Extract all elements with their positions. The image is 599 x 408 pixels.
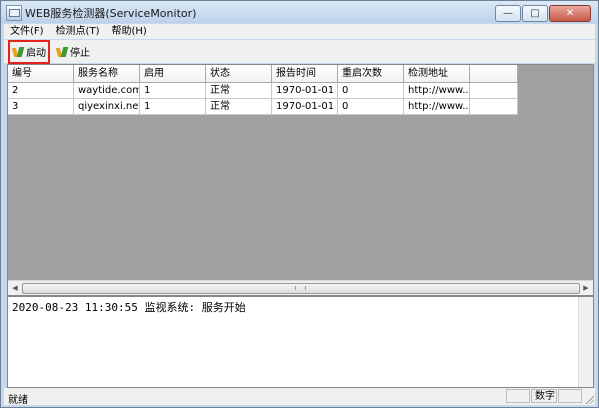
cell-report-time[interactable]: 1970-01-01 ... (272, 83, 338, 99)
cell-enabled[interactable]: 1 (140, 83, 206, 99)
log-line: 2020-08-23 11:30:55 监视系统: 服务开始 (12, 301, 246, 314)
column-header-report-time[interactable]: 报告时间 (272, 65, 338, 83)
cell-status[interactable]: 正常 (206, 83, 272, 99)
start-button[interactable]: 启动 (8, 39, 50, 64)
service-table: 编号 服务名称 启用 状态 报告时间 重启次数 检测地址 2 waytide.c… (7, 64, 594, 296)
cell-filler (470, 99, 518, 115)
cell-id[interactable]: 2 (8, 83, 74, 99)
column-header-service-name[interactable]: 服务名称 (74, 65, 140, 83)
column-header-restart-count[interactable]: 重启次数 (338, 65, 404, 83)
stop-button[interactable]: 停止 (53, 42, 93, 62)
menu-file[interactable]: 文件(F) (4, 24, 50, 39)
close-button[interactable]: ✕ (549, 5, 591, 22)
column-header-filler (470, 65, 518, 83)
status-panel-1 (506, 389, 530, 403)
cell-report-time[interactable]: 1970-01-01 ... (272, 99, 338, 115)
table-header: 编号 服务名称 启用 状态 报告时间 重启次数 检测地址 (8, 65, 518, 83)
table-row[interactable]: 3 qiyexinxi.net 1 正常 1970-01-01 ... 0 ht… (8, 99, 518, 115)
toolbar: 启动 停止 (4, 39, 595, 64)
status-panel-3 (558, 389, 582, 403)
cell-check-url[interactable]: http://www.... (404, 99, 470, 115)
column-header-status[interactable]: 状态 (206, 65, 272, 83)
start-label: 启动 (26, 48, 46, 59)
menu-help[interactable]: 帮助(H) (105, 24, 152, 39)
app-icon (6, 5, 22, 21)
cell-service-name[interactable]: qiyexinxi.net (74, 99, 140, 115)
scroll-thumb[interactable] (22, 283, 580, 294)
window-title: WEB服务检测器(ServiceMonitor) (25, 7, 197, 20)
status-bar: 就绪 数字 (4, 388, 595, 406)
app-window: WEB服务检测器(ServiceMonitor) — □ ✕ 文件(F) 检测点… (0, 0, 599, 408)
cell-restart-count[interactable]: 0 (338, 99, 404, 115)
cell-check-url[interactable]: http://www.... (404, 83, 470, 99)
horizontal-scrollbar[interactable]: ◀ ▶ (8, 280, 593, 295)
stop-label: 停止 (70, 48, 90, 59)
start-icon (12, 46, 24, 58)
cell-restart-count[interactable]: 0 (338, 83, 404, 99)
resize-grip-icon[interactable] (583, 393, 594, 404)
cell-enabled[interactable]: 1 (140, 99, 206, 115)
vertical-scrollbar[interactable] (578, 297, 593, 387)
table-row[interactable]: 2 waytide.com 1 正常 1970-01-01 ... 0 http… (8, 83, 518, 99)
menu-checkpoint[interactable]: 检测点(T) (50, 24, 106, 39)
cell-status[interactable]: 正常 (206, 99, 272, 115)
cell-id[interactable]: 3 (8, 99, 74, 115)
cell-service-name[interactable]: waytide.com (74, 83, 140, 99)
column-header-enabled[interactable]: 启用 (140, 65, 206, 83)
cell-filler (470, 83, 518, 99)
title-bar[interactable]: WEB服务检测器(ServiceMonitor) — □ ✕ (1, 1, 598, 23)
maximize-button[interactable]: □ (522, 5, 548, 22)
log-panel[interactable]: 2020-08-23 11:30:55 监视系统: 服务开始 (7, 296, 594, 388)
status-text: 就绪 (8, 395, 28, 406)
column-header-check-url[interactable]: 检测地址 (404, 65, 470, 83)
status-panel-numlock: 数字 (531, 389, 557, 403)
scroll-right-arrow-icon[interactable]: ▶ (579, 281, 593, 295)
stop-icon (56, 46, 68, 58)
minimize-button[interactable]: — (495, 5, 521, 22)
column-header-id[interactable]: 编号 (8, 65, 74, 83)
menu-bar: 文件(F) 检测点(T) 帮助(H) (4, 24, 595, 39)
scroll-left-arrow-icon[interactable]: ◀ (8, 281, 22, 295)
